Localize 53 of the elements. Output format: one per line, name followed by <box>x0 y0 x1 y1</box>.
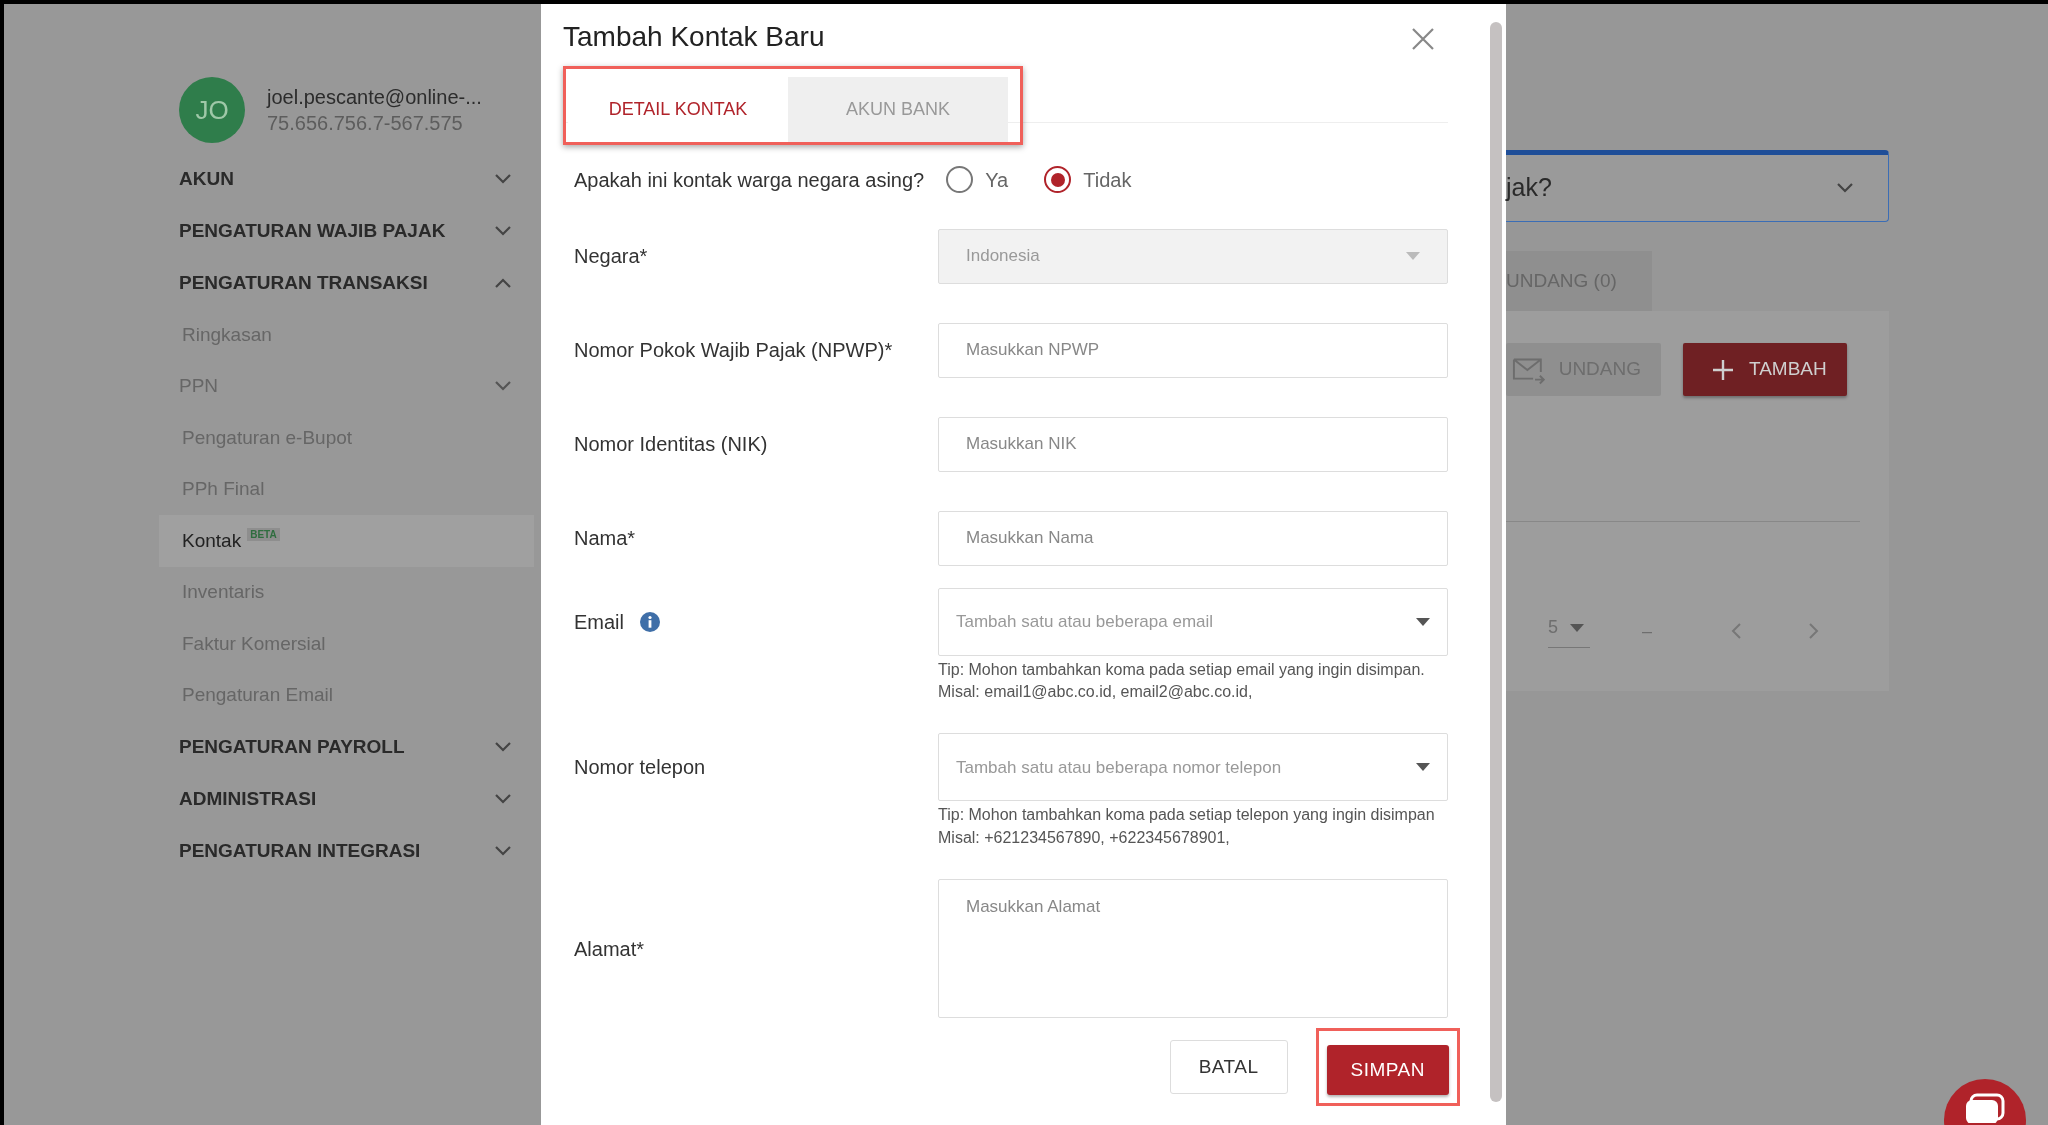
sidebar-section[interactable]: AKUN <box>179 164 234 194</box>
modal-title: Tambah Kontak Baru <box>563 20 825 54</box>
input-field[interactable]: Masukkan Nama <box>938 510 1448 566</box>
sidebar-section[interactable]: PENGATURAN INTEGRASI <box>179 836 421 866</box>
multi-select-field[interactable]: Tambah satu atau beberapa email <box>938 587 1448 656</box>
radio-button[interactable] <box>1044 166 1072 194</box>
dropdown-caret-icon[interactable] <box>1416 763 1430 772</box>
scrollbar[interactable] <box>1490 22 1502 1102</box>
avatar-circle: JO <box>179 77 245 143</box>
field-label: Nomor Identitas (NIK) <box>574 432 768 458</box>
sidebar-section[interactable]: PENGATURAN PAYROLL <box>179 732 405 762</box>
plus-icon <box>1711 357 1735 382</box>
field-label: Alamat* <box>574 936 645 962</box>
info-icon[interactable] <box>640 611 660 632</box>
chevron-down-icon[interactable] <box>494 380 512 393</box>
cancel-button[interactable]: BATAL <box>1169 1040 1288 1095</box>
chevron-down-icon[interactable] <box>494 173 512 185</box>
close-button[interactable] <box>1410 26 1436 52</box>
field-label: Negara* <box>574 244 648 270</box>
page-range: – <box>1642 619 1653 643</box>
add-button[interactable]: TAMBAH <box>1683 343 1847 396</box>
input-field[interactable]: Masukkan NIK <box>938 416 1448 472</box>
save-button[interactable]: SIMPAN <box>1326 1045 1449 1096</box>
user-email: joel.pescante@online-... <box>267 85 482 110</box>
chevron-down-icon[interactable] <box>494 225 512 237</box>
beta-badge: BETA <box>247 527 280 541</box>
chevron-down-icon[interactable] <box>1836 182 1854 194</box>
field-tip: Tip: Mohon tambahkan koma pada setiap telepon yang ingin disimpan Misal: +621234567890, +622345678901, <box>938 805 1436 848</box>
sidebar-item[interactable]: Kontak <box>179 526 242 555</box>
chevron-down-icon[interactable] <box>494 741 512 753</box>
field-tip: Tip: Mohon tambahkan koma pada setiap email yang ingin disimpan. Misal: email1@abc.co.id, email2@abc.co.id, <box>938 659 1426 702</box>
radio-button[interactable] <box>946 166 974 194</box>
dropdown-caret-icon[interactable] <box>1416 617 1430 626</box>
sidebar-section[interactable]: ADMINISTRASI <box>179 784 317 814</box>
sidebar-section[interactable]: PENGATURAN WAJIB PAJAK <box>179 216 446 246</box>
user-npwp: 75.656.756.7-567.575 <box>267 111 464 136</box>
field-label: Nomor telepon <box>574 755 706 781</box>
radio-label[interactable]: Tidak <box>1083 164 1132 195</box>
textarea-field[interactable]: Masukkan Alamat <box>938 879 1448 1019</box>
field-label: Nomor Pokok Wajib Pajak (NPWP)* <box>574 338 893 364</box>
question-label: Apakah ini kontak warga negara asing? <box>574 167 925 193</box>
field-label: Email <box>574 609 624 635</box>
tab[interactable]: AKUN BANK <box>788 76 1008 142</box>
input-field[interactable]: Masukkan NPWP <box>938 322 1448 378</box>
chevron-down-icon[interactable] <box>494 845 512 857</box>
radio-label[interactable]: Ya <box>985 164 1009 195</box>
sidebar-section[interactable]: PENGATURAN TRANSAKSI <box>179 268 428 298</box>
dropdown-panel[interactable]: jak? <box>1506 150 1889 222</box>
multi-select-field[interactable]: Tambah satu atau beberapa nomor telepon <box>938 733 1448 802</box>
field-label: Nama* <box>574 526 636 552</box>
chevron-up-icon[interactable] <box>494 277 512 289</box>
chevron-down-icon[interactable] <box>494 793 512 805</box>
chat-icon <box>1963 1093 2007 1123</box>
